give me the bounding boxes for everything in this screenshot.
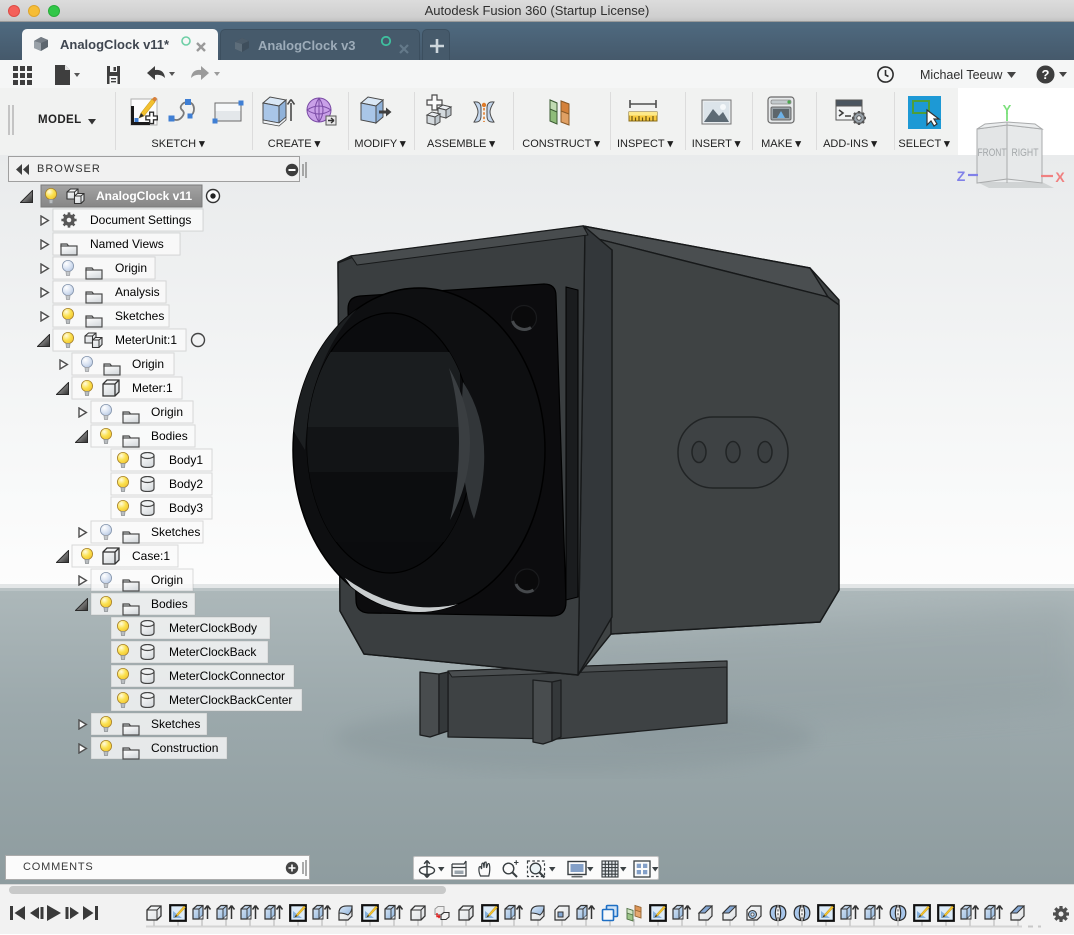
svg-text:?: ? <box>1042 67 1050 82</box>
svg-text:Body2: Body2 <box>169 477 203 491</box>
svg-text:Body3: Body3 <box>169 501 203 515</box>
svg-text:Meter:1: Meter:1 <box>132 381 173 395</box>
svg-text:MeterUnit:1: MeterUnit:1 <box>115 333 177 347</box>
svg-text:Sketches: Sketches <box>151 525 200 539</box>
svg-text:Origin: Origin <box>115 261 147 275</box>
svg-text:FRONT: FRONT <box>978 147 1007 159</box>
svg-text:MeterClockBody: MeterClockBody <box>169 621 257 635</box>
svg-text:Sketches: Sketches <box>115 309 164 323</box>
svg-text:Y: Y <box>1003 105 1012 117</box>
svg-text:MeterClockConnector: MeterClockConnector <box>169 669 285 683</box>
svg-text:AnalogClock v11: AnalogClock v11 <box>96 189 192 203</box>
svg-text:Origin: Origin <box>151 405 183 419</box>
svg-text:Z: Z <box>957 168 966 184</box>
svg-text:Case:1: Case:1 <box>132 549 170 563</box>
svg-text:Bodies: Bodies <box>151 429 188 443</box>
svg-text:Document Settings: Document Settings <box>90 213 191 227</box>
svg-text:Named Views: Named Views <box>90 237 164 251</box>
svg-text:Origin: Origin <box>132 357 164 371</box>
svg-text:Body1: Body1 <box>169 453 203 467</box>
svg-text:RIGHT: RIGHT <box>1012 147 1039 159</box>
svg-text:Origin: Origin <box>151 573 183 587</box>
svg-text:Bodies: Bodies <box>151 597 188 611</box>
svg-text:X: X <box>1055 169 1065 185</box>
svg-text:Sketches: Sketches <box>151 717 200 731</box>
svg-text:MeterClockBackCenter: MeterClockBackCenter <box>169 693 292 707</box>
svg-text:Construction: Construction <box>151 741 218 755</box>
svg-text:Analysis: Analysis <box>115 285 160 299</box>
svg-text:MeterClockBack: MeterClockBack <box>169 645 257 659</box>
